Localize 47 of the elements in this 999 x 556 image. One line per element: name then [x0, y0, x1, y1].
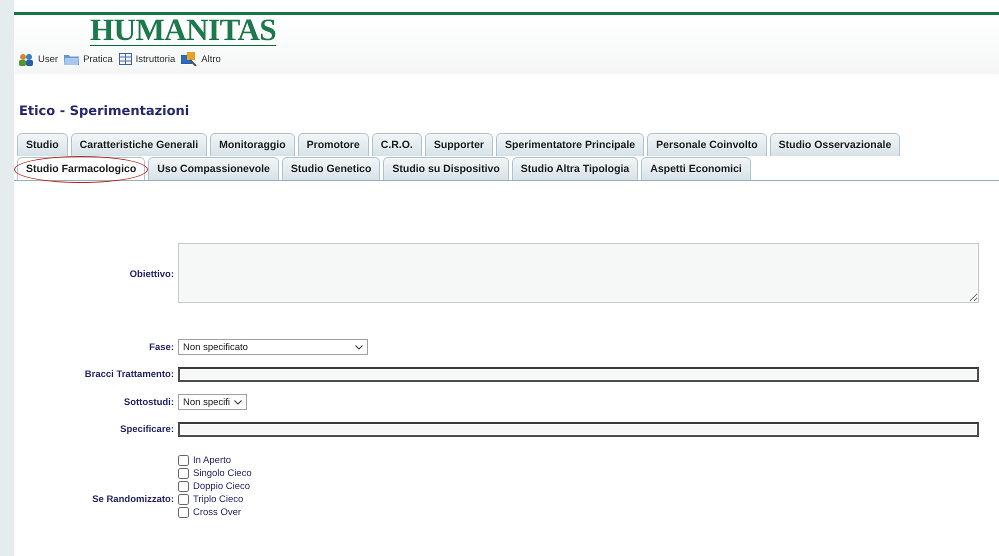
nav-link[interactable]: Istruttoria	[118, 53, 176, 65]
tab[interactable]: Supporter	[424, 133, 493, 156]
checkbox[interactable]	[178, 507, 189, 518]
checkbox[interactable]	[178, 494, 189, 505]
tab[interactable]: Studio Altra Tipologia	[512, 157, 638, 180]
tab[interactable]: Sperimentatore Principale	[496, 133, 644, 156]
nav-link[interactable]: User	[18, 52, 58, 66]
folder-icon	[64, 53, 80, 65]
field-label: Fase:	[149, 342, 174, 352]
field-label: Se Randomizzato:	[92, 494, 174, 505]
tab[interactable]: Caratteristiche Generali	[70, 133, 208, 156]
checkbox-label: Doppio Cieco	[193, 481, 250, 492]
chevron-icon	[355, 344, 363, 350]
table-icon	[118, 53, 132, 65]
tab[interactable]: Studio Genetico	[282, 157, 380, 180]
checkbox[interactable]	[178, 481, 189, 492]
tab[interactable]: C.R.O.	[372, 133, 422, 156]
chevron-icon	[234, 400, 242, 404]
nav-link[interactable]: Altro	[181, 52, 221, 66]
checkbox-label: In Aperto	[193, 455, 232, 466]
tab[interactable]: Monitoraggio	[210, 133, 295, 156]
checkbox[interactable]	[178, 455, 189, 466]
dropdown[interactable]: Non specifi	[178, 394, 247, 410]
field-label: Bracci Trattamento:	[84, 369, 174, 380]
checkbox-label: Singolo Cieco	[193, 468, 252, 479]
tab[interactable]: Promotore	[298, 133, 369, 156]
tab[interactable]: Studio	[17, 133, 68, 156]
tools-icon	[181, 52, 198, 66]
tab[interactable]: Aspetti Economici	[641, 157, 751, 180]
page-title: Etico - Sperimentazioni	[19, 104, 190, 119]
users-icon	[18, 52, 34, 66]
input-field[interactable]	[178, 422, 979, 437]
checkbox-label: Triplo Cieco	[193, 494, 244, 505]
dropdown[interactable]: Non specificato	[178, 339, 368, 355]
tab[interactable]: Uso Compassionevole	[148, 157, 279, 180]
checkbox-label: Cross Over	[193, 507, 242, 518]
field-label: Sottostudi:	[124, 396, 174, 408]
tab[interactable]: Studio Osservazionale	[770, 133, 900, 156]
tab[interactable]: Studio su Dispositivo	[383, 157, 509, 180]
nav-link[interactable]: Pratica	[64, 53, 113, 65]
field-label: Obiettivo:	[130, 269, 174, 280]
field-label: Specificare:	[120, 424, 174, 435]
checkbox[interactable]	[178, 468, 189, 479]
tab[interactable]: Studio Farmacologico	[17, 157, 146, 180]
tab[interactable]: Personale Coinvolto	[647, 133, 767, 156]
logo: HUMANITAS	[90, 15, 276, 46]
input-field[interactable]	[178, 367, 979, 382]
